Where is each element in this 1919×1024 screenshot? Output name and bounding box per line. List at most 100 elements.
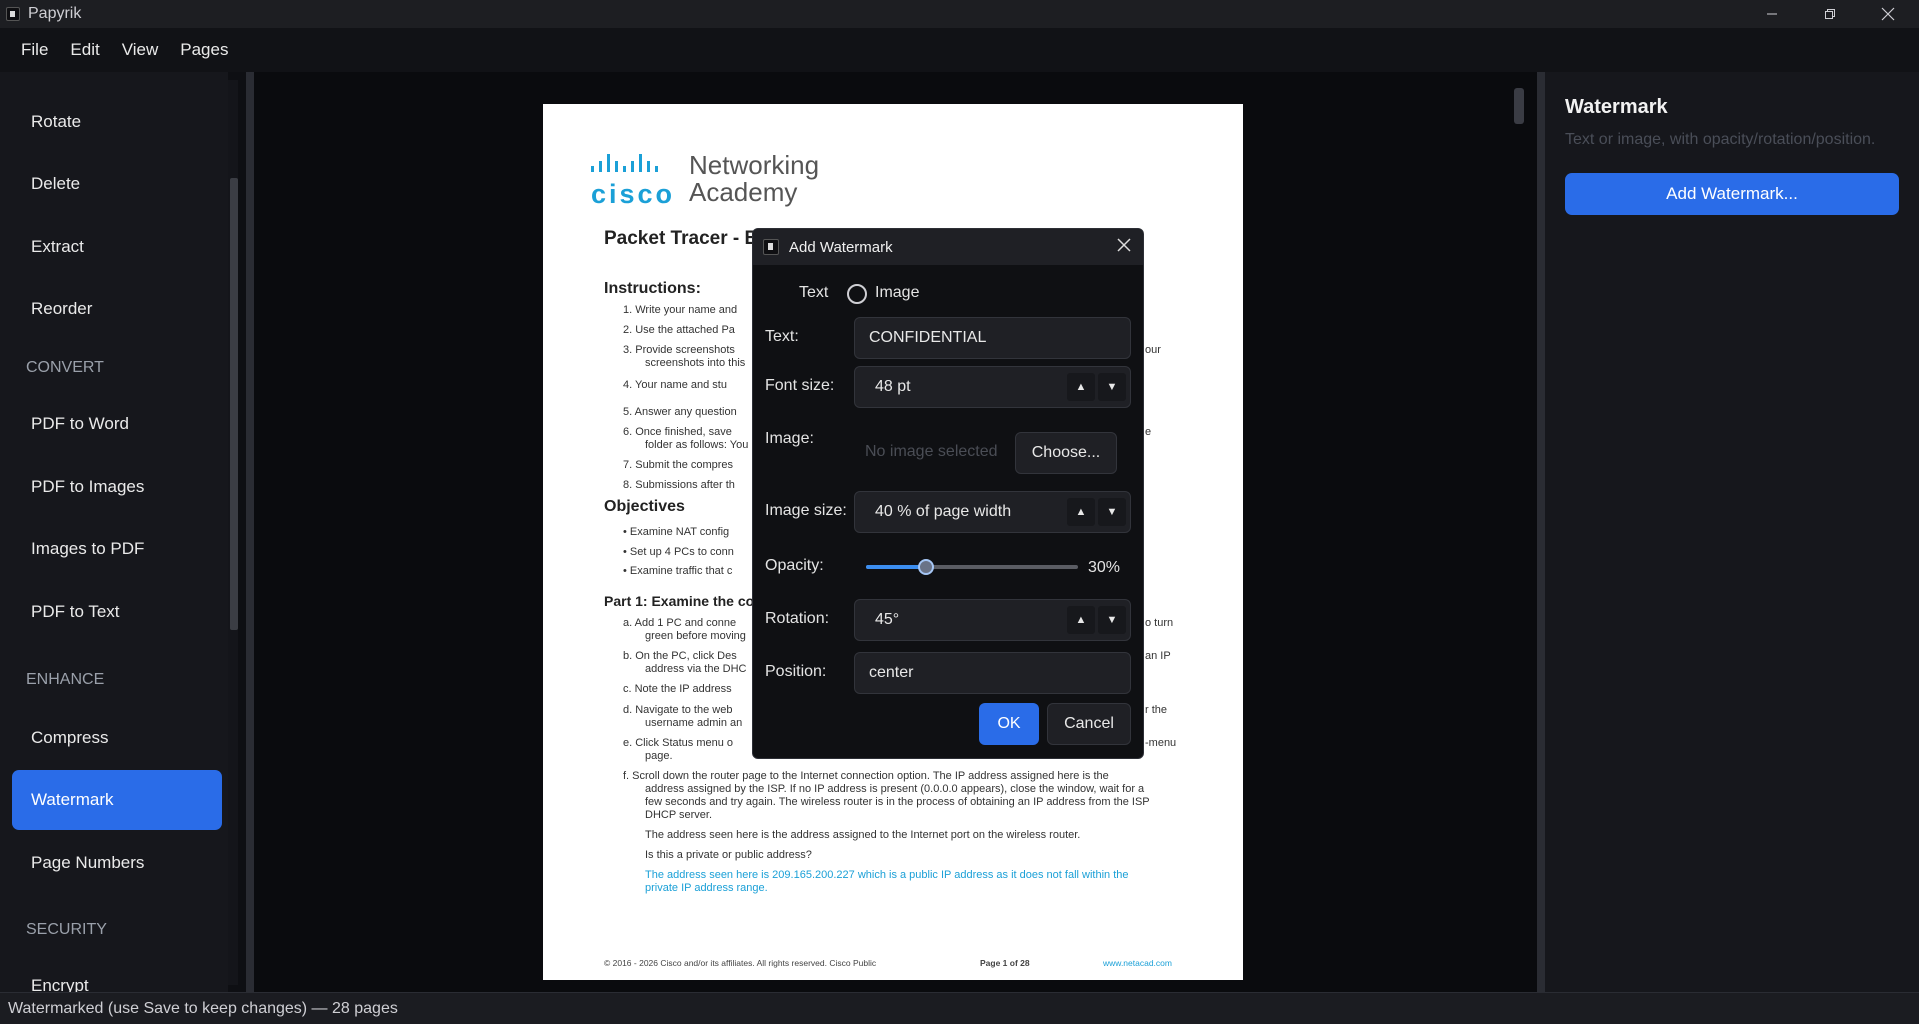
choose-image-button[interactable]: Choose... — [1015, 432, 1117, 474]
menu-edit[interactable]: Edit — [59, 40, 110, 60]
sidebar-item-reorder[interactable]: Reorder — [12, 279, 222, 339]
dialog-app-icon — [763, 239, 779, 255]
sidebar-item-compress[interactable]: Compress — [12, 708, 222, 768]
rotation-down-icon[interactable]: ▼ — [1098, 606, 1126, 634]
doc-line: 3. Provide screenshots — [623, 344, 735, 356]
doc-line: 8. Submissions after th — [623, 479, 735, 491]
opacity-value: 30% — [1088, 559, 1121, 576]
image-size-value: 40 % of page width — [875, 503, 1012, 520]
doc-line: 2. Use the attached Pa — [623, 324, 735, 336]
doc-answer-line: private IP address range. — [645, 882, 768, 894]
text-label: Text: — [765, 328, 799, 345]
doc-line: c. Note the IP address — [623, 683, 732, 695]
image-size-up-icon[interactable]: ▲ — [1067, 498, 1095, 526]
sidebar: Rotate Delete Extract Reorder CONVERT PD… — [0, 72, 228, 992]
opacity-slider-handle[interactable] — [918, 559, 934, 575]
menu-bar: File Edit View Pages — [0, 28, 1919, 72]
doc-line: page. — [645, 750, 673, 762]
doc-heading-instructions: Instructions: — [604, 280, 701, 297]
doc-heading-part1: Part 1: Examine the co — [604, 593, 755, 609]
watermark-text-input[interactable]: CONFIDENTIAL — [854, 317, 1131, 359]
status-bar: Watermarked (use Save to keep changes) —… — [0, 992, 1919, 1024]
doc-title: Packet Tracer - E — [604, 228, 758, 249]
image-label: Image: — [765, 430, 814, 447]
sidebar-item-rotate[interactable]: Rotate — [12, 92, 222, 152]
doc-footer-right: www.netacad.com — [1103, 958, 1172, 968]
doc-line: e. Click Status menu o — [623, 737, 734, 749]
sidebar-item-pdf-to-word[interactable]: PDF to Word — [12, 394, 222, 454]
mode-image-radio-label[interactable]: Image — [875, 284, 919, 302]
doc-line: 5. Answer any question — [623, 406, 737, 418]
dialog-close-icon[interactable] — [1115, 237, 1133, 255]
doc-line: DHCP server. — [645, 809, 713, 821]
close-icon[interactable] — [1859, 0, 1917, 28]
font-size-up-icon[interactable]: ▲ — [1067, 373, 1095, 401]
mode-image-radio[interactable] — [847, 284, 867, 304]
doc-line: The address seen here is the address ass… — [645, 829, 1081, 841]
position-label: Position: — [765, 663, 827, 680]
logo-line-2: Academy — [689, 177, 798, 207]
add-watermark-button[interactable]: Add Watermark... — [1565, 173, 1899, 215]
sidebar-scrollbar-thumb[interactable] — [230, 178, 238, 630]
viewer-scrollbar-thumb[interactable] — [1514, 88, 1524, 124]
doc-line: 4. Your name and stu — [623, 379, 727, 391]
doc-line-tail: r the — [1145, 704, 1168, 716]
image-size-spinbox[interactable]: 40 % of page width ▲ ▼ — [854, 491, 1131, 533]
font-size-down-icon[interactable]: ▼ — [1098, 373, 1126, 401]
doc-line-tail: e — [1145, 426, 1152, 438]
app-title: Papyrik — [28, 5, 82, 22]
title-bar: Papyrik — [0, 0, 1919, 28]
restore-icon[interactable] — [1801, 0, 1859, 28]
menu-file[interactable]: File — [10, 40, 59, 60]
doc-line: address via the DHC — [645, 663, 747, 675]
mode-text-radio-label[interactable]: Text — [799, 284, 828, 302]
dialog-title: Add Watermark — [789, 238, 893, 256]
sidebar-item-pdf-to-text[interactable]: PDF to Text — [12, 582, 222, 642]
rotation-up-icon[interactable]: ▲ — [1067, 606, 1095, 634]
cisco-logo-text: cisco — [591, 179, 676, 209]
sidebar-item-encrypt[interactable]: Encrypt — [12, 956, 222, 992]
dialog-title-bar: Add Watermark — [753, 229, 1143, 265]
doc-line-tail: our — [1145, 344, 1161, 356]
rotation-spinbox[interactable]: 45° ▲ ▼ — [854, 599, 1131, 641]
image-size-label: Image size: — [765, 502, 847, 519]
position-value: center — [869, 664, 914, 681]
left-splitter[interactable] — [246, 72, 254, 992]
sidebar-item-watermark[interactable]: Watermark — [12, 770, 222, 830]
logo-line-1: Networking — [689, 150, 820, 180]
cancel-button[interactable]: Cancel — [1047, 703, 1131, 745]
doc-line-tail: an IP — [1145, 650, 1171, 662]
sidebar-header-convert: CONVERT — [26, 359, 104, 376]
sidebar-header-security: SECURITY — [26, 921, 107, 938]
ok-button[interactable]: OK — [979, 703, 1039, 745]
minimize-icon[interactable] — [1743, 0, 1801, 28]
font-size-spinbox[interactable]: 48 pt ▲ ▼ — [854, 366, 1131, 408]
sidebar-item-extract[interactable]: Extract — [12, 217, 222, 277]
image-placeholder: No image selected — [865, 443, 998, 460]
doc-line: f. Scroll down the router page to the In… — [623, 770, 1109, 782]
sidebar-item-images-to-pdf[interactable]: Images to PDF — [12, 519, 222, 579]
doc-line: 1. Write your name and — [623, 304, 738, 316]
doc-line: 6. Once finished, save — [623, 426, 732, 438]
doc-line: screenshots into this — [645, 357, 746, 369]
doc-line: d. Navigate to the web — [623, 704, 733, 716]
right-splitter[interactable] — [1537, 72, 1545, 992]
sidebar-item-delete[interactable]: Delete — [12, 154, 222, 214]
doc-line: few seconds and try again. The wireless … — [645, 796, 1150, 808]
sidebar-item-page-numbers[interactable]: Page Numbers — [12, 833, 222, 893]
doc-line: • Set up 4 PCs to conn — [623, 546, 734, 558]
doc-answer-line: The address seen here is 209.165.200.227… — [645, 869, 1129, 881]
doc-line-tail: o turn — [1145, 617, 1174, 629]
image-size-down-icon[interactable]: ▼ — [1098, 498, 1126, 526]
status-text: Watermarked (use Save to keep changes) —… — [8, 999, 398, 1017]
position-select[interactable]: center — [854, 652, 1131, 694]
cisco-logo-bars — [591, 154, 658, 172]
doc-line: • Examine NAT config — [623, 526, 730, 538]
opacity-label: Opacity: — [765, 557, 824, 574]
font-size-value: 48 pt — [875, 378, 911, 395]
doc-line: address assigned by the ISP. If no IP ad… — [645, 783, 1145, 795]
menu-view[interactable]: View — [111, 40, 170, 60]
rotation-label: Rotation: — [765, 610, 830, 627]
sidebar-item-pdf-to-images[interactable]: PDF to Images — [12, 457, 222, 517]
menu-pages[interactable]: Pages — [169, 40, 239, 60]
